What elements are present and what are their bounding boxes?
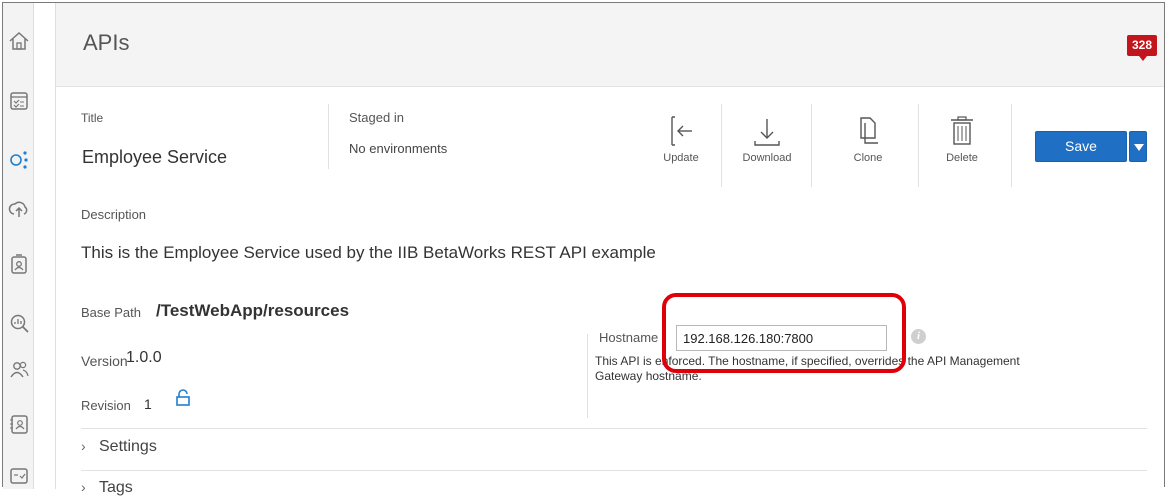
save-button[interactable]: Save [1035,131,1127,162]
section-divider [81,428,1147,429]
rail-gutter [34,3,55,489]
checklist-card-icon[interactable] [8,465,30,487]
chevron-right-icon: › [81,479,86,495]
id-badge-icon[interactable] [8,253,30,275]
download-icon [754,119,780,146]
hostname-label: Hostname [599,330,659,345]
users-icon[interactable] [8,358,30,380]
divider [328,104,329,169]
calendar-checklist-icon[interactable] [8,89,30,111]
api-description[interactable]: This is the Employee Service used by the… [81,243,656,263]
chevron-right-icon: › [81,438,86,454]
staged-label: Staged in [349,110,404,125]
settings-section-toggle[interactable]: › Settings [81,438,157,456]
clone-label: Clone [853,152,883,164]
version-label: Version [81,353,128,369]
main-panel: APIs 328 Title Employee Service Staged i… [55,3,1164,496]
description-label: Description [81,207,147,222]
nav-rail [3,3,34,489]
analytics-search-icon[interactable] [8,312,30,334]
clone-button[interactable]: Clone [838,115,898,164]
title-label: Title [81,111,104,125]
revision-label: Revision [81,398,131,413]
revision-value: 1 [144,396,152,412]
contact-card-icon[interactable] [8,413,30,435]
info-icon[interactable]: i [911,329,926,344]
base-path-label: Base Path [81,305,141,320]
trash-icon [951,116,973,145]
version-value: 1.0.0 [126,349,162,366]
unlock-icon[interactable] [175,389,191,407]
update-label: Update [663,152,699,164]
cloud-upload-icon[interactable] [8,198,30,220]
download-button[interactable]: Download [737,115,797,164]
home-icon[interactable] [8,30,30,52]
staged-value: No environments [349,141,448,156]
highlight-annotation [662,293,906,373]
clone-icon [860,117,878,144]
section-divider [81,470,1147,471]
api-title[interactable]: Employee Service [82,147,227,168]
update-icon [671,116,692,146]
api-network-icon[interactable] [8,148,30,170]
divider [1011,104,1012,187]
page-header: APIs 328 [56,3,1164,87]
divider [721,104,722,187]
divider [587,334,588,418]
delete-label: Delete [946,152,978,164]
notification-badge[interactable]: 328 [1127,35,1157,61]
divider [918,104,919,187]
delete-button[interactable]: Delete [932,115,992,164]
page-title: APIs [83,30,130,55]
settings-label: Settings [99,438,157,455]
base-path-value[interactable]: /TestWebApp/resources [156,301,349,321]
divider [811,104,812,187]
tags-section-toggle[interactable]: › Tags [81,479,133,497]
save-options-dropdown-button[interactable] [1129,131,1147,162]
update-button[interactable]: Update [651,115,711,164]
download-label: Download [742,152,792,164]
tags-label: Tags [99,479,133,496]
